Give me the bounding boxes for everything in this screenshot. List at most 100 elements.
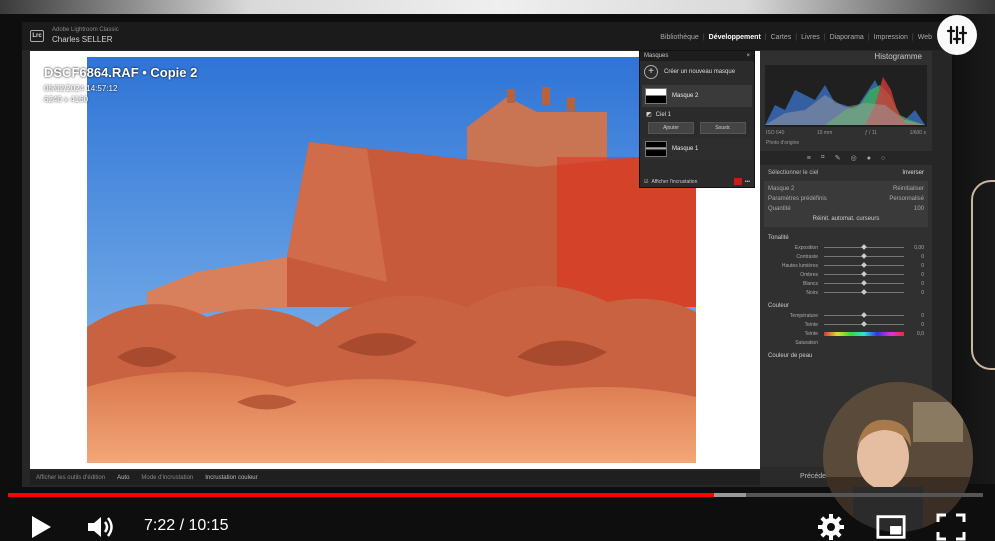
histogram-title[interactable]: Histogramme (760, 51, 932, 63)
tone-slider-label: Noirs (806, 289, 818, 296)
color-slider-track[interactable] (824, 321, 904, 327)
tone-slider-value[interactable]: 0 (904, 281, 924, 287)
heal-icon[interactable]: ✎ (835, 154, 841, 162)
mask-icon[interactable]: ● (867, 155, 871, 162)
tone-slider-value[interactable]: 0 (904, 290, 924, 296)
tone-slider-track[interactable] (824, 262, 904, 268)
hue-value[interactable]: 0,0 (904, 331, 924, 337)
tone-slider-value[interactable]: 0 (904, 263, 924, 269)
module-develop[interactable]: Développement (709, 34, 761, 41)
color-slider-track[interactable] (824, 312, 904, 318)
tone-slider-track[interactable] (824, 244, 904, 250)
color-slider-row[interactable]: Température 0 (760, 311, 932, 320)
add-button[interactable]: Ajouter (648, 122, 694, 134)
mask-item-2[interactable]: Masque 2 (642, 85, 752, 107)
more-icon[interactable]: ••• (745, 179, 750, 185)
color-slider-value[interactable]: 0 (904, 313, 924, 319)
tone-slider-value[interactable]: 0 (904, 272, 924, 278)
tone-slider-label: Ombres (800, 271, 818, 278)
top-blur (0, 0, 995, 14)
sliders-menu-button[interactable] (937, 15, 977, 55)
overlay-color-swatch[interactable] (733, 178, 742, 185)
played-bar (8, 493, 714, 497)
camera-info: ISO 640 15 mm ƒ / 11 1/600 s (760, 129, 932, 137)
tone-slider-value[interactable]: 0,00 (904, 245, 924, 251)
slider-thumb-icon[interactable] (861, 289, 867, 295)
color-slider-row[interactable]: Teinte 0 (760, 320, 932, 329)
module-map[interactable]: Cartes (771, 34, 792, 41)
tone-slider-row[interactable]: Noirs 0 (760, 288, 932, 297)
tone-slider-value[interactable]: 0 (904, 254, 924, 260)
reset-button[interactable]: Réinitialiser (893, 186, 924, 192)
tone-slider-row[interactable]: Blancs 0 (760, 279, 932, 288)
hue-slider-row[interactable]: Teinte 0,0 (760, 329, 932, 338)
sky-component[interactable]: ◩ Ciel 1 (640, 109, 754, 120)
crop-icon[interactable]: ⌗ (821, 154, 825, 162)
progress-bar[interactable] (8, 493, 983, 497)
slider-thumb-icon[interactable] (861, 280, 867, 286)
aperture-value: ƒ / 11 (864, 130, 877, 136)
color-slider-value[interactable]: 0 (904, 322, 924, 328)
photo[interactable] (87, 57, 696, 463)
saturation-label: Saturation (795, 339, 818, 346)
auto-reset-checkbox[interactable]: Réinit. automat. curseurs (813, 216, 880, 222)
edit-icon[interactable]: ≡ (807, 155, 811, 162)
select-sky-button[interactable]: Sélectionner le ciel (768, 170, 818, 176)
invert-checkbox[interactable]: Inverser (902, 170, 924, 176)
show-overlay-row[interactable]: ☑ Afficher l'incrustation ••• (644, 178, 750, 185)
tone-slider-track[interactable] (824, 289, 904, 295)
module-print[interactable]: Impression (874, 34, 908, 41)
preset-select[interactable]: Personnalisé (889, 196, 924, 202)
auto-mode[interactable]: Auto (117, 475, 129, 481)
select-sky-row: Sélectionner le ciel Inverser (760, 167, 932, 179)
tone-slider-track[interactable] (824, 280, 904, 286)
fullscreen-button[interactable] (936, 512, 966, 541)
show-editing-tools[interactable]: Afficher les outils d'édition (36, 475, 105, 481)
slider-thumb-icon[interactable] (861, 262, 867, 268)
tone-slider-row[interactable]: Ombres 0 (760, 270, 932, 279)
play-button[interactable] (26, 512, 56, 541)
module-slideshow[interactable]: Diaporama (830, 34, 864, 41)
slider-thumb-icon[interactable] (861, 312, 867, 318)
module-library[interactable]: Bibliothèque (660, 34, 699, 41)
overlay-mode-select[interactable]: Incrustation couleur (205, 475, 257, 481)
tone-slider-track[interactable] (824, 271, 904, 277)
slider-thumb-icon[interactable] (861, 271, 867, 277)
user-name: Charles SELLER (52, 35, 113, 44)
subtract-button[interactable]: Soustr. (700, 122, 746, 134)
redeye-icon[interactable]: ◎ (851, 154, 857, 162)
player-controls: 7:22 / 10:15 (0, 500, 995, 541)
module-book[interactable]: Livres (801, 34, 820, 41)
tone-slider-track[interactable] (824, 253, 904, 259)
slider-thumb-icon[interactable] (861, 321, 867, 327)
slider-thumb-icon[interactable] (861, 253, 867, 259)
amount-value[interactable]: 100 (914, 206, 924, 212)
fullscreen-icon (936, 513, 966, 541)
create-new-mask-button[interactable]: + Créer un nouveau masque (640, 61, 754, 83)
settings-button[interactable] (816, 512, 846, 541)
hue-track[interactable] (824, 331, 904, 336)
tone-slider-row[interactable]: Contraste 0 (760, 252, 932, 261)
editing-toolbar: Afficher les outils d'édition Auto Mode … (30, 471, 761, 485)
module-web[interactable]: Web (918, 34, 932, 41)
close-icon[interactable]: × (746, 51, 750, 61)
histogram-graph (765, 77, 925, 125)
volume-button[interactable] (86, 512, 116, 541)
miniplayer-button[interactable] (876, 512, 906, 541)
skin-color-section[interactable]: Couleur de peau (760, 347, 932, 361)
checkbox-icon[interactable]: ☑ (644, 179, 648, 185)
sky-label: Ciel 1 (655, 111, 672, 118)
color-slider-label: Température (789, 312, 818, 319)
color-slider-label: Teinte (804, 321, 818, 328)
mask-settings: Masque 2 Réinitialiser Paramètres prédéfi… (764, 181, 928, 227)
tone-slider-row[interactable]: Exposition 0,00 (760, 243, 932, 252)
mask-item-1[interactable]: Masque 1 (642, 138, 752, 160)
color-section-header[interactable]: Couleur (760, 297, 932, 311)
tone-section-header[interactable]: Tonalité (760, 229, 932, 243)
tone-slider-row[interactable]: Hautes lumières 0 (760, 261, 932, 270)
original-photo-toggle[interactable]: Photo d'origine (760, 137, 932, 149)
circle-icon[interactable]: ○ (881, 155, 885, 162)
saturation-row[interactable]: Saturation (760, 338, 932, 347)
mask-add-subtract: Ajouter Soustr. (640, 120, 754, 136)
slider-thumb-icon[interactable] (861, 244, 867, 250)
